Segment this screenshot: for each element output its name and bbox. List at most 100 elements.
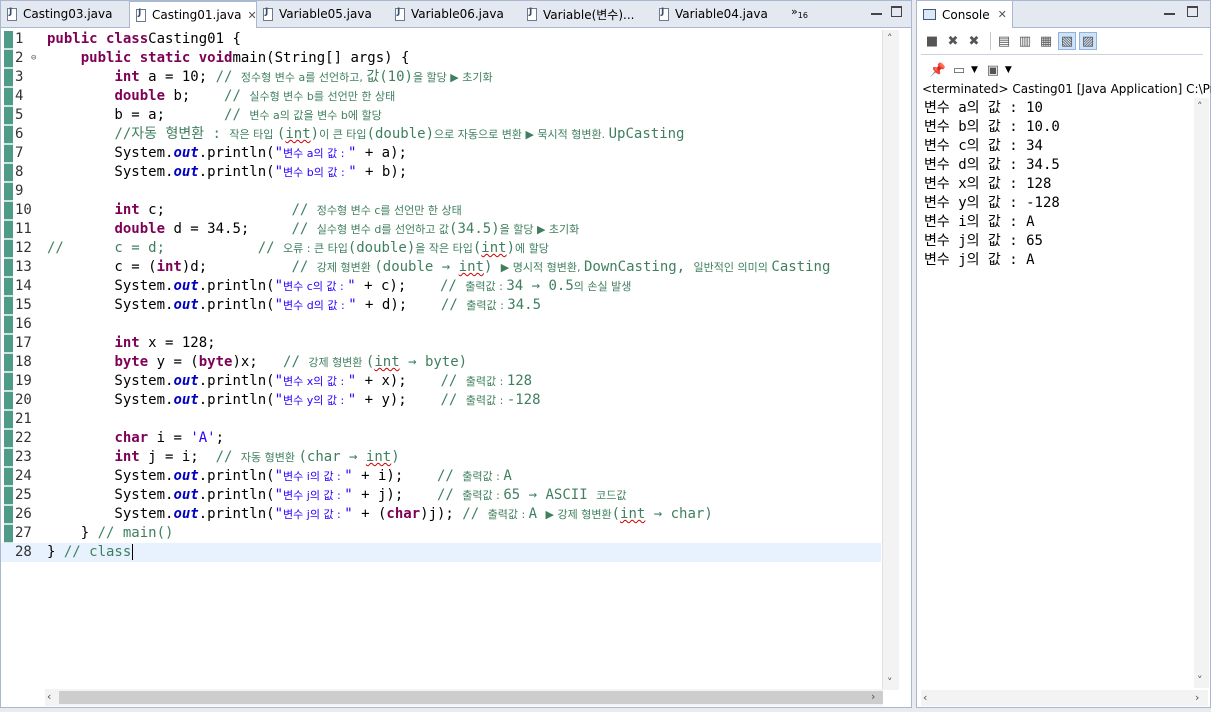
clear-console-icon[interactable]: ▤ xyxy=(995,32,1013,50)
scroll-left-icon[interactable]: ‹ xyxy=(923,691,927,704)
chevron-down-icon[interactable]: ▼ xyxy=(971,65,978,75)
code-line[interactable]: 18 byte y = (byte)x; // 강제 형변환 (int → by… xyxy=(1,353,881,372)
code-line[interactable]: 28} // class xyxy=(1,543,881,562)
code-line[interactable]: 8 System.out.println("변수 b의 값 : " + b); xyxy=(1,163,881,182)
scroll-up-icon[interactable]: ˄ xyxy=(887,32,893,45)
code-token: a = 10; xyxy=(139,69,216,85)
line-number: 9 xyxy=(15,183,24,199)
code-token: )j); xyxy=(420,506,463,522)
code-line[interactable]: 5 b = a; // 변수 a의 값을 변수 b에 할당 xyxy=(1,106,881,125)
code-line[interactable]: 1 public classCasting01 { xyxy=(1,30,881,49)
pin-console-icon[interactable]: 📌 xyxy=(929,61,947,79)
code-token: 에 할당 xyxy=(515,242,549,255)
maximize-icon[interactable] xyxy=(1187,6,1198,17)
console-tab[interactable]: Console ✕ xyxy=(917,1,1013,28)
close-icon[interactable]: ✕ xyxy=(998,8,1007,21)
code-line[interactable]: 4 double b; // 실수형 변수 b를 선언만 한 상태 xyxy=(1,87,881,106)
scroll-up-icon[interactable]: ˄ xyxy=(1197,100,1203,113)
editor-tab[interactable]: Variable04.java xyxy=(653,1,785,27)
code-token: ) xyxy=(506,240,516,256)
editor-tab[interactable]: Casting03.java xyxy=(1,1,129,27)
code-line[interactable]: 12// c = d; // 오류 : 큰 타입(double)을 작은 타입(… xyxy=(1,239,881,258)
line-number: 25 xyxy=(15,487,32,503)
code-line[interactable]: 20 System.out.println("변수 y의 값 : " + y);… xyxy=(1,391,881,410)
code-line[interactable]: 19 System.out.println("변수 x의 값 : " + x);… xyxy=(1,372,881,391)
code-token: )x; xyxy=(232,354,284,370)
code-token: ) xyxy=(391,449,400,465)
console-title-bar: Console ✕ xyxy=(917,1,1210,28)
word-wrap-icon[interactable]: ▦ xyxy=(1037,32,1055,50)
code-line[interactable]: 7 System.out.println("변수 a의 값 : " + a); xyxy=(1,144,881,163)
tab-overflow-button[interactable]: »16 xyxy=(791,5,808,20)
code-token: int xyxy=(114,335,140,351)
open-console-icon[interactable]: ▣ xyxy=(984,61,1002,79)
fold-toggle-icon[interactable]: ⊖ xyxy=(31,49,36,68)
show-console-on-stderr-icon[interactable]: ▨ xyxy=(1079,32,1097,50)
code-token: 변수 y의 값 : xyxy=(283,394,348,407)
scroll-down-icon[interactable]: ˅ xyxy=(887,676,893,689)
code-line[interactable]: 22 char i = 'A'; xyxy=(1,429,881,448)
remove-launch-icon[interactable]: ✖ xyxy=(944,32,962,50)
code-line[interactable]: 27 } // main() xyxy=(1,524,881,543)
code-line[interactable]: 15 System.out.println("변수 d의 값 : " + d);… xyxy=(1,296,881,315)
editor-vertical-scrollbar[interactable]: ˄ ˅ xyxy=(882,30,899,690)
code-line[interactable]: 25 System.out.println("변수 j의 값 : " + j);… xyxy=(1,486,881,505)
code-text: } // main() xyxy=(47,524,174,543)
code-area[interactable]: 1 public classCasting01 {2 ⊖ public static… xyxy=(1,30,881,686)
code-token: 변수 j의 값 : xyxy=(283,489,345,502)
scroll-right-icon[interactable]: › xyxy=(1195,691,1199,704)
code-token: .println( xyxy=(198,145,275,161)
scroll-down-icon[interactable]: ˅ xyxy=(1197,674,1203,687)
console-output[interactable]: 변수 a의 값 : 10 변수 b의 값 : 10.0 변수 c의 값 : 34 변수… xyxy=(924,99,1194,270)
code-line[interactable]: 14 System.out.println("변수 c의 값 : " + c);… xyxy=(1,277,881,296)
minimize-icon[interactable] xyxy=(1164,8,1175,15)
code-token: ) xyxy=(483,259,501,275)
code-token: " xyxy=(347,392,357,408)
code-line[interactable]: 21 xyxy=(1,410,881,429)
editor-tab[interactable]: Variable06.java xyxy=(389,1,521,27)
code-text: System.out.println("변수 a의 값 : " + a); xyxy=(47,144,407,163)
code-line[interactable]: 2 ⊖ public static voidmain(String[] args)… xyxy=(1,49,881,68)
code-line[interactable]: 24 System.out.println("변수 i의 값 : " + i);… xyxy=(1,467,881,486)
code-line[interactable]: 17 int x = 128; xyxy=(1,334,881,353)
code-token: 실수형 변수 b를 선언만 한 상태 xyxy=(249,90,396,103)
code-line[interactable]: 23 int j = i; // 자동 형변환 (char → int) xyxy=(1,448,881,467)
code-line[interactable]: 26 System.out.println("변수 j의 값 : " + (ch… xyxy=(1,505,881,524)
code-line[interactable]: 6 //자동 형변환 : 작은 타입 (int)이 큰 타입(double)으로… xyxy=(1,125,881,144)
code-text: System.out.println("변수 j의 값 : " + j); //… xyxy=(47,486,626,505)
terminate-icon[interactable]: ■ xyxy=(923,32,941,50)
code-token: .println( xyxy=(198,373,275,389)
scroll-right-icon[interactable]: › xyxy=(871,690,875,703)
editor-tab[interactable]: Variable(변수)... xyxy=(521,1,653,27)
code-token: + y); xyxy=(356,392,441,408)
console-horizontal-scrollbar[interactable]: ‹ › xyxy=(921,690,1208,706)
scroll-left-icon[interactable]: ‹ xyxy=(47,690,51,703)
code-token: 값(10) xyxy=(366,69,413,85)
code-token: 을 할당 ▶ 초기화 xyxy=(412,71,493,84)
code-token: System. xyxy=(47,145,174,161)
minimize-icon[interactable] xyxy=(871,8,882,15)
code-token: out xyxy=(173,278,199,294)
horizontal-scroll-thumb[interactable] xyxy=(59,691,883,704)
scroll-lock-icon[interactable]: ▥ xyxy=(1016,32,1034,50)
show-console-on-stdout-icon[interactable]: ▧ xyxy=(1058,32,1076,50)
code-line[interactable]: 9 xyxy=(1,182,881,201)
code-line[interactable]: 11 double d = 34.5; // 실수형 변수 d를 선언하고 값(… xyxy=(1,220,881,239)
display-selected-console-icon[interactable]: ▭ xyxy=(950,61,968,79)
code-text: System.out.println("변수 x의 값 : " + x); //… xyxy=(47,372,532,391)
editor-tab[interactable]: Variable05.java xyxy=(257,1,389,27)
line-number: 14 xyxy=(15,278,32,294)
line-number: 7 xyxy=(15,145,24,161)
code-line[interactable]: 13 c = (int)d; // 강제 형변환 (double → int) … xyxy=(1,258,881,277)
code-line[interactable]: 16 xyxy=(1,315,881,334)
editor-tab[interactable]: Casting01.java ✕ xyxy=(129,1,257,28)
code-line[interactable]: 3 int a = 10; // 정수형 변수 a를 선언하고, 값(10)을 … xyxy=(1,68,881,87)
close-icon[interactable]: ✕ xyxy=(247,9,256,22)
remove-all-terminated-icon[interactable]: ✖ xyxy=(965,32,983,50)
chevron-down-icon[interactable]: ▼ xyxy=(1005,65,1012,75)
code-token: ( xyxy=(611,506,621,522)
editor-horizontal-scrollbar[interactable]: ‹ › xyxy=(45,689,883,706)
maximize-icon[interactable] xyxy=(891,6,902,17)
console-vertical-scrollbar[interactable]: ˄ ˅ xyxy=(1194,98,1209,688)
code-line[interactable]: 10 int c; // 정수형 변수 c를 선언만 한 상태 xyxy=(1,201,881,220)
